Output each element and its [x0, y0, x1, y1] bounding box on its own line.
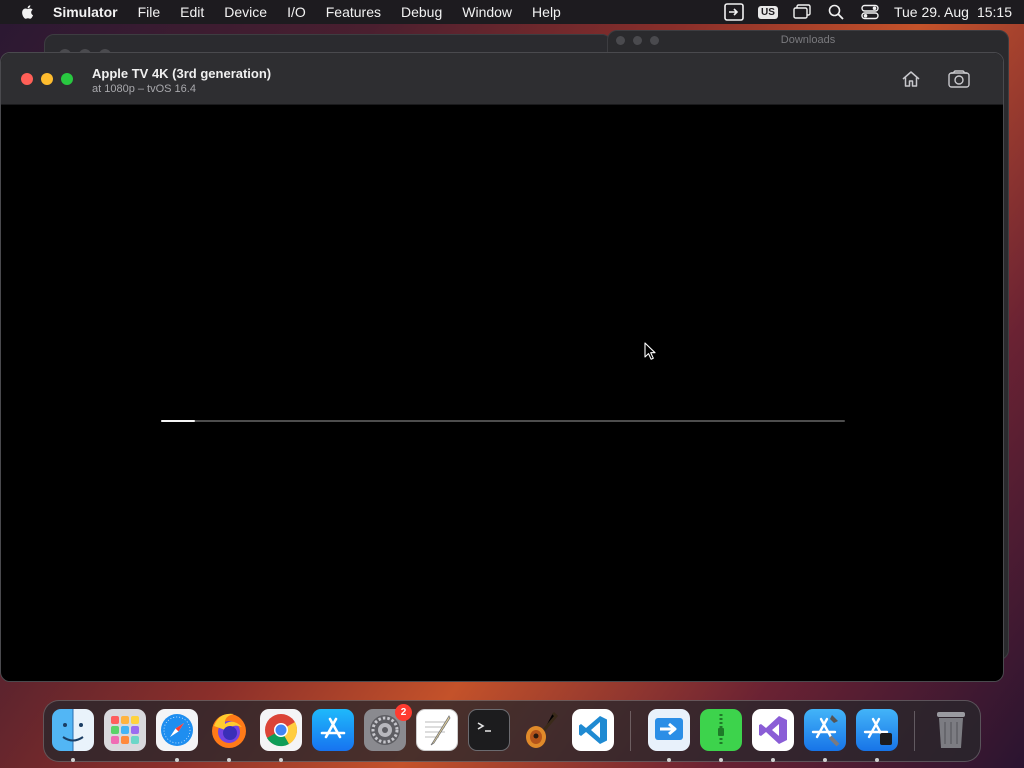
- input-source-indicator[interactable]: US: [758, 3, 778, 21]
- dock-item-trash[interactable]: [930, 709, 972, 751]
- minimize-button[interactable]: [41, 73, 53, 85]
- vscode-icon: [572, 709, 614, 751]
- running-indicator: [875, 758, 879, 762]
- running-indicator: [771, 758, 775, 762]
- control-center-icon[interactable]: [860, 3, 880, 21]
- menu-edit[interactable]: Edit: [180, 4, 204, 20]
- menu-file[interactable]: File: [138, 4, 161, 20]
- menu-bar: Simulator File Edit Device I/O Features …: [0, 0, 1024, 24]
- clock-date: Tue 29. Aug: [893, 4, 969, 20]
- dock-item-finder[interactable]: [52, 709, 94, 751]
- dock-item-simulator[interactable]: [856, 709, 898, 751]
- spotlight-search-icon[interactable]: [826, 3, 846, 21]
- menu-features[interactable]: Features: [326, 4, 381, 20]
- migration-tray-icon[interactable]: [724, 3, 744, 21]
- firefox-icon: [208, 709, 250, 751]
- menu-window[interactable]: Window: [462, 4, 512, 20]
- dock: 2: [43, 700, 981, 762]
- safari-icon: [156, 709, 198, 751]
- dock-item-textedit[interactable]: [416, 709, 458, 751]
- trash-icon: [930, 709, 972, 751]
- menu-debug[interactable]: Debug: [401, 4, 442, 20]
- running-indicator: [667, 758, 671, 762]
- zoom-button[interactable]: [61, 73, 73, 85]
- dock-item-archive-utility[interactable]: [700, 709, 742, 751]
- simulator-titlebar[interactable]: Apple TV 4K (3rd generation) at 1080p – …: [1, 53, 1003, 105]
- home-icon: [902, 71, 920, 87]
- garageband-icon: [520, 709, 562, 751]
- dock-item-firefox[interactable]: [208, 709, 250, 751]
- dock-item-safari[interactable]: [156, 709, 198, 751]
- tvos-screen[interactable]: [5, 119, 1001, 681]
- terminal-icon: [468, 709, 510, 751]
- textedit-icon: [416, 709, 458, 751]
- dock-item-garageband[interactable]: [520, 709, 562, 751]
- dock-separator: [630, 711, 631, 751]
- device-detail: at 1080p – tvOS 16.4: [92, 83, 196, 95]
- menu-device[interactable]: Device: [224, 4, 267, 20]
- window-controls: [21, 73, 73, 85]
- dock-item-system-settings[interactable]: 2: [364, 704, 412, 751]
- menu-io[interactable]: I/O: [287, 4, 306, 20]
- dock-item-vscode[interactable]: [572, 709, 614, 751]
- dock-separator: [914, 711, 915, 751]
- home-button[interactable]: [899, 68, 923, 90]
- mouse-cursor-icon: [644, 342, 656, 360]
- dock-item-chrome[interactable]: [260, 709, 302, 751]
- visual-studio-icon: [752, 709, 794, 751]
- running-indicator: [71, 758, 75, 762]
- archive-utility-icon: [700, 709, 742, 751]
- dock-item-terminal[interactable]: [468, 709, 510, 751]
- screenshot-button[interactable]: [947, 68, 971, 90]
- boot-progress-bar: [161, 420, 845, 422]
- xcode-icon: [804, 709, 846, 751]
- dock-item-migration-assistant[interactable]: [648, 709, 690, 751]
- clock-time: 15:15: [976, 4, 1012, 20]
- menu-help[interactable]: Help: [532, 4, 561, 20]
- running-indicator: [227, 758, 231, 762]
- boot-progress-fill: [161, 420, 196, 422]
- migration-assistant-icon: [648, 709, 690, 751]
- running-indicator: [175, 758, 179, 762]
- dock-item-xcode[interactable]: [804, 709, 846, 751]
- dock-item-launchpad[interactable]: [104, 709, 146, 751]
- notification-badge: 2: [395, 704, 412, 721]
- menu-clock[interactable]: Tue 29. Aug 15:15: [894, 4, 1012, 20]
- simulator-icon: [856, 709, 898, 751]
- downloads-window-title: Downloads: [780, 34, 836, 46]
- dock-item-visual-studio[interactable]: [752, 709, 794, 751]
- running-indicator: [823, 758, 827, 762]
- launchpad-icon: [104, 709, 146, 751]
- device-name: Apple TV 4K (3rd generation): [92, 66, 272, 81]
- apple-menu-icon[interactable]: [20, 4, 36, 20]
- app-store-icon: [312, 709, 354, 751]
- simulator-window: Apple TV 4K (3rd generation) at 1080p – …: [0, 52, 1004, 682]
- stage-manager-icon[interactable]: [792, 3, 812, 21]
- running-indicator: [279, 758, 283, 762]
- screenshot-icon: [948, 70, 970, 88]
- input-source-label: US: [758, 5, 778, 19]
- menu-app-name[interactable]: Simulator: [53, 4, 118, 20]
- running-indicator: [719, 758, 723, 762]
- dock-item-app-store[interactable]: [312, 709, 354, 751]
- close-button[interactable]: [21, 73, 33, 85]
- chrome-icon: [260, 709, 302, 751]
- finder-icon: [52, 709, 94, 751]
